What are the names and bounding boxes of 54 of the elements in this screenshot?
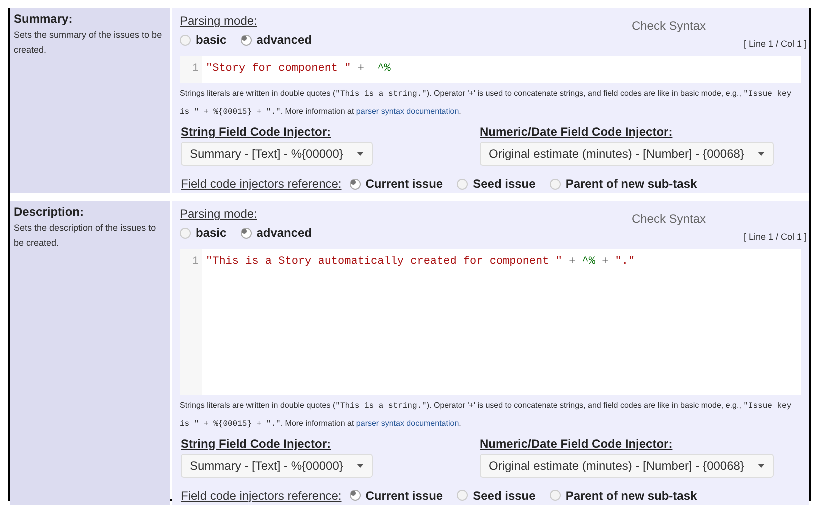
- check-syntax-link[interactable]: Check Syntax: [632, 17, 706, 35]
- radio-label: basic: [196, 32, 227, 49]
- field-label: Summary:: [14, 11, 74, 28]
- cursor-position: [ Line 1 / Col 1 ]: [744, 231, 807, 244]
- dropdown[interactable]: Summary - [Text] - %{00000}: [181, 454, 374, 478]
- field-label: Description:: [14, 204, 86, 221]
- cursor-position: [ Line 1 / Col 1 ]: [744, 38, 807, 51]
- line-number: 1: [180, 248, 202, 394]
- help-text: Strings literals are written in double quotes ("This is a string."). Operator '+' is used to concatenate strings, and field codes are like in basic mode, e.g., "Issue key is " + %{00015} + ".". More information at parser syntax documentation.: [180, 88, 793, 119]
- caret-icon: [357, 152, 364, 156]
- radio-button[interactable]: [550, 178, 561, 190]
- code-line: "This is a Story automatically created for component " + ^% + ".": [205, 254, 636, 270]
- radio-button[interactable]: [350, 178, 361, 190]
- radio-button[interactable]: [457, 178, 468, 190]
- caret-icon: [758, 464, 766, 468]
- radio-label: advanced: [256, 225, 312, 242]
- parsing-mode-label: Parsing mode:: [180, 206, 258, 223]
- radio-label: Parent of new sub-task: [566, 176, 698, 193]
- radio-button[interactable]: [180, 228, 191, 238]
- radio-label: Parent of new sub-task: [566, 488, 698, 504]
- radio-button[interactable]: [180, 34, 191, 46]
- injector-label: String Field Code Injector:: [181, 436, 332, 452]
- parsing-mode-label: Parsing mode:: [180, 13, 258, 30]
- dropdown[interactable]: Summary - [Text] - %{00000}: [181, 142, 374, 166]
- injector-label: Numeric/Date Field Code Injector:: [480, 124, 674, 141]
- reference-label: Field code injectors reference:: [181, 176, 342, 193]
- radio-label: Current issue: [366, 176, 444, 193]
- radio-button[interactable]: [240, 34, 252, 46]
- field-description: Sets the description of the issues to be created.: [14, 222, 158, 250]
- radio-label: Current issue: [366, 488, 444, 504]
- caret-icon: [758, 152, 766, 156]
- code-editor[interactable]: 1 "Story for component " + ^%: [180, 56, 801, 83]
- dropdown[interactable]: Original estimate (minutes) - [Number] - {00068}: [480, 454, 774, 478]
- code-editor[interactable]: 1 "This is a Story automatically created for component " + ^% + ".": [180, 248, 801, 394]
- radio-label: basic: [196, 225, 227, 242]
- documentation-link[interactable]: parser syntax documentation: [356, 418, 460, 428]
- reference-label: Field code injectors reference:: [181, 488, 342, 504]
- documentation-link[interactable]: parser syntax documentation: [356, 107, 460, 116]
- radio-label: Seed issue: [473, 176, 536, 193]
- radio-button[interactable]: [457, 490, 468, 501]
- radio-label: Seed issue: [473, 488, 536, 504]
- radio-button[interactable]: [350, 490, 361, 501]
- line-number: 1: [180, 56, 202, 83]
- injector-label: Numeric/Date Field Code Injector:: [480, 436, 674, 452]
- radio-label: advanced: [256, 32, 312, 49]
- code-line: "Story for component " + ^%: [205, 62, 391, 76]
- radio-button[interactable]: [550, 490, 561, 501]
- help-text: Strings literals are written in double quotes ("This is a string."). Operator '+' is used to concatenate strings, and field codes are like in basic mode, e.g., "Issue key is " + %{00015} + ".". More information at parser syntax documentation.: [180, 400, 793, 430]
- injector-label: String Field Code Injector:: [181, 124, 332, 141]
- dropdown[interactable]: Original estimate (minutes) - [Number] - {00068}: [480, 142, 774, 166]
- caret-icon: [357, 464, 364, 468]
- radio-button[interactable]: [240, 228, 252, 238]
- field-description: Sets the summary of the issues to be created.: [14, 29, 164, 57]
- check-syntax-link[interactable]: Check Syntax: [632, 210, 706, 228]
